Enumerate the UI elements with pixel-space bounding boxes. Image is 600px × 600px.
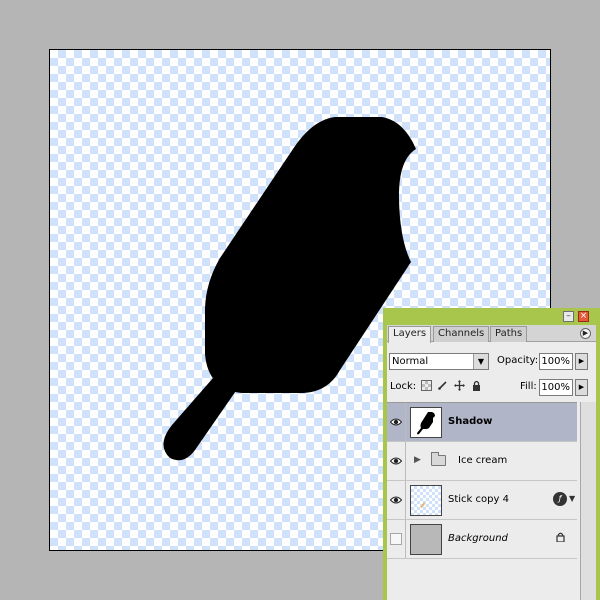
- layer-effects-icon[interactable]: ƒ: [553, 492, 567, 506]
- lock-position-icon[interactable]: [454, 380, 465, 391]
- fill-input[interactable]: 100%: [539, 379, 573, 396]
- layer-row-shadow[interactable]: Shadow: [387, 403, 577, 442]
- layer-row-ice-cream[interactable]: ▶ Ice cream: [387, 442, 577, 481]
- palette-titlebar[interactable]: – ×: [383, 308, 600, 325]
- fill-slider-toggle[interactable]: ▶: [575, 379, 588, 396]
- expand-effects-icon[interactable]: ▼: [569, 494, 575, 503]
- palette-menu-icon[interactable]: ▶: [580, 328, 591, 339]
- tab-layers[interactable]: Layers: [388, 326, 432, 343]
- layers-list: Shadow ▶ Ice cream Stick copy 4 ƒ ▼ Back…: [387, 402, 577, 600]
- layer-row-background[interactable]: Background: [387, 520, 577, 559]
- lock-label: Lock:: [390, 381, 417, 392]
- visibility-toggle[interactable]: [387, 520, 406, 558]
- minimize-icon[interactable]: –: [563, 311, 574, 322]
- tab-paths[interactable]: Paths: [490, 326, 528, 342]
- layers-scrollbar[interactable]: [580, 402, 596, 600]
- eye-icon: [390, 496, 402, 504]
- layers-palette: – × Layers Channels Paths ▶ Normal ▼ Opa…: [383, 308, 600, 600]
- layer-name: Ice cream: [458, 455, 508, 466]
- eye-icon: [390, 457, 402, 465]
- lock-icon: [556, 532, 565, 545]
- fill-label: Fill:: [520, 381, 537, 392]
- visibility-toggle[interactable]: [387, 481, 406, 519]
- layer-name: Shadow: [448, 416, 493, 427]
- visibility-toggle[interactable]: [387, 442, 406, 480]
- expand-triangle-icon[interactable]: ▶: [414, 455, 421, 465]
- close-icon[interactable]: ×: [578, 311, 589, 322]
- blend-mode-value: Normal: [392, 356, 429, 367]
- opacity-label: Opacity:: [497, 355, 539, 366]
- lock-image-icon[interactable]: [437, 380, 448, 391]
- layer-thumbnail: [410, 524, 442, 555]
- blend-mode-select[interactable]: Normal ▼: [389, 353, 489, 370]
- visibility-toggle[interactable]: [387, 403, 406, 441]
- layer-thumbnail: [410, 485, 442, 516]
- lock-all-icon[interactable]: [471, 380, 482, 391]
- popsicle-thumbnail-icon: [417, 412, 435, 435]
- hidden-eye-box: [390, 533, 402, 545]
- layer-row-stick-copy-4[interactable]: Stick copy 4 ƒ ▼: [387, 481, 577, 520]
- chevron-down-icon[interactable]: ▼: [473, 354, 488, 369]
- opacity-input[interactable]: 100%: [539, 353, 573, 370]
- palette-body: Layers Channels Paths ▶ Normal ▼ Opacity…: [387, 325, 596, 600]
- opacity-slider-toggle[interactable]: ▶: [575, 353, 588, 370]
- tab-channels[interactable]: Channels: [433, 326, 490, 342]
- layer-name: Background: [448, 533, 508, 544]
- stick-thumbnail-icon: [420, 502, 425, 508]
- tab-row: Layers Channels Paths ▶: [387, 325, 596, 343]
- layer-thumbnail: [410, 407, 442, 438]
- folder-icon: [431, 452, 446, 466]
- layer-name: Stick copy 4: [448, 494, 509, 505]
- eye-icon: [390, 418, 402, 426]
- lock-transparent-icon[interactable]: [421, 380, 432, 391]
